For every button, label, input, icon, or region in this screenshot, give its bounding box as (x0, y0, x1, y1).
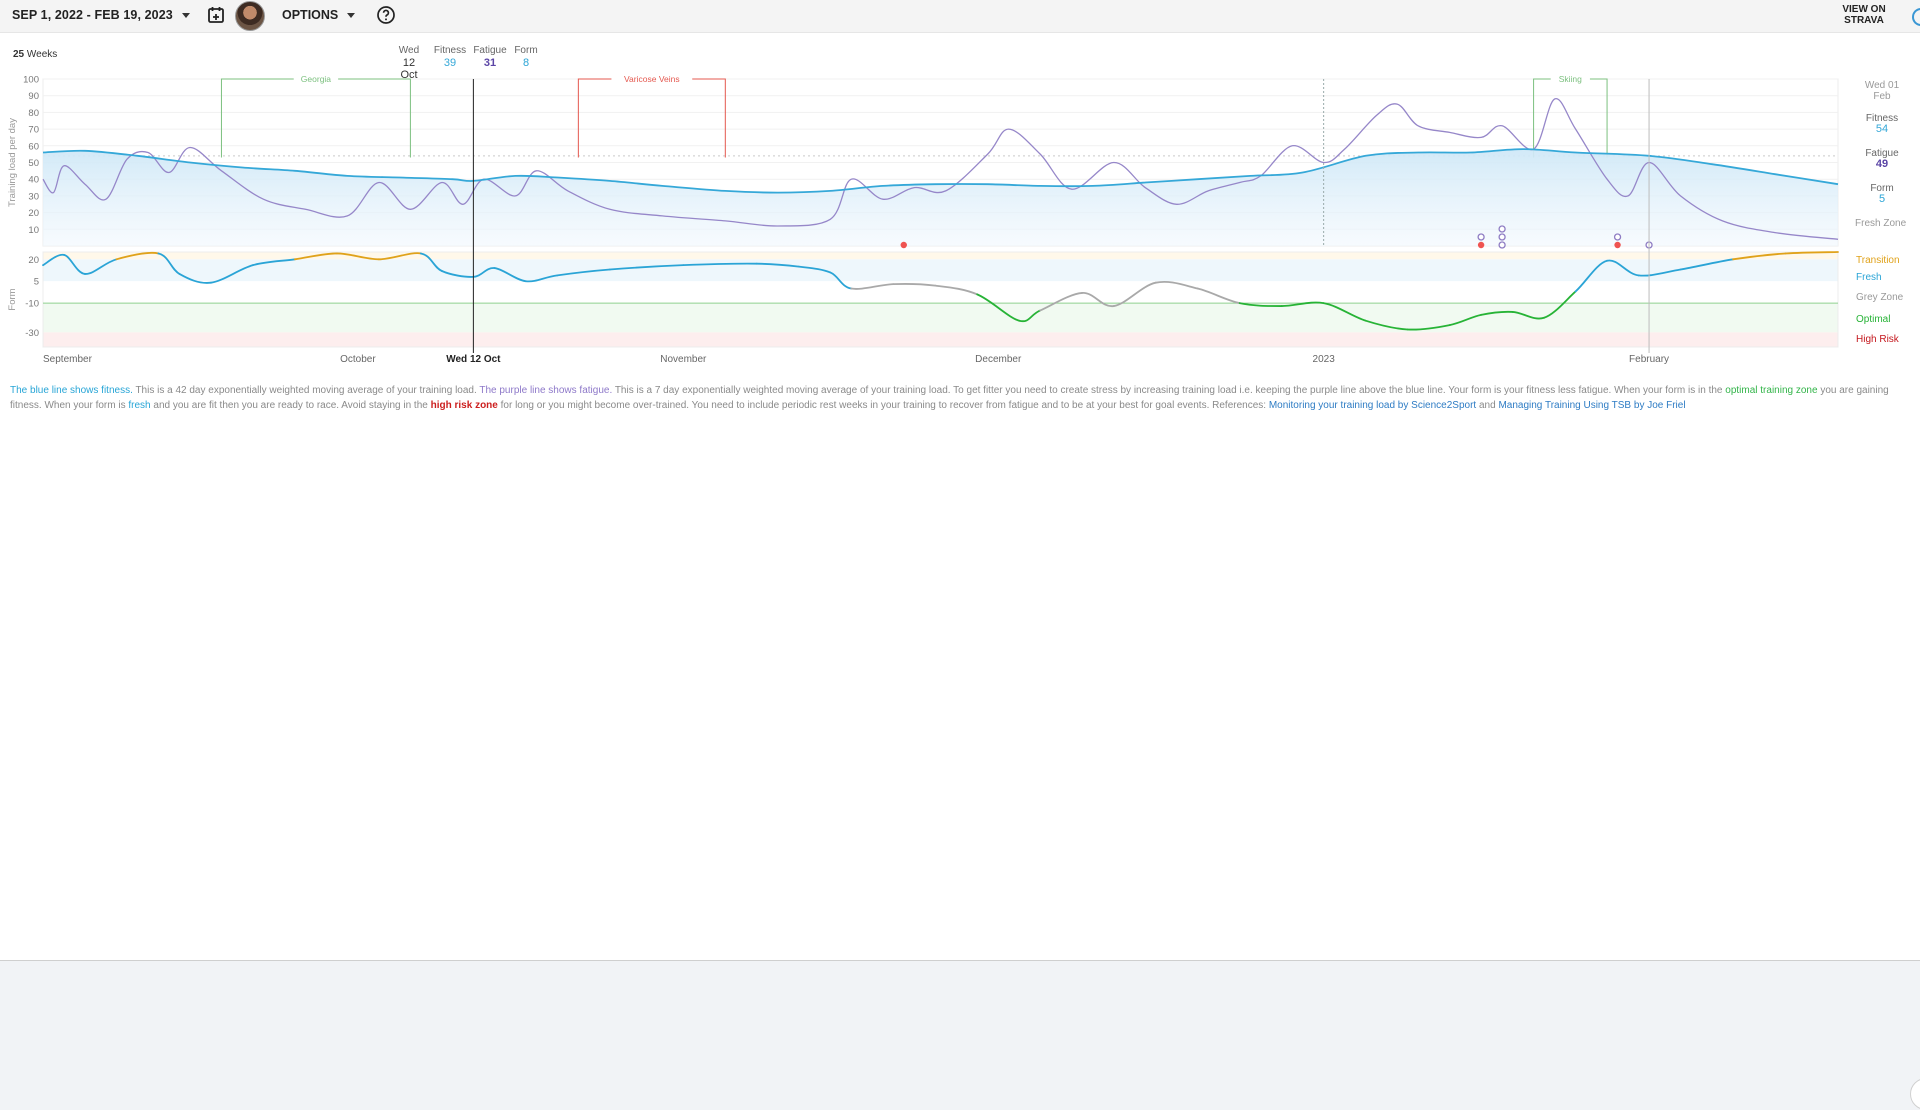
latest-fitness: Fitness 54 (1846, 113, 1918, 135)
latest-date: Wed 01 Feb (1846, 80, 1918, 102)
latest-date-line-1: Wed 01 (1864, 80, 1900, 91)
latest-fatigue: Fatigue 49 (1846, 148, 1918, 170)
fatigue-line-explanation: The purple line shows fatigue. (479, 385, 613, 396)
strava-line-2: STRAVA (1844, 15, 1884, 26)
grey-zone-label: Grey Zone (1856, 292, 1904, 303)
help-icon[interactable] (375, 0, 397, 30)
description-text-2: This is a 7 day exponentially weighted m… (612, 385, 1726, 396)
hover-fitness: Fitness 39 (432, 45, 468, 69)
fresh-label: Fresh (1856, 272, 1882, 283)
description-text-1: This is a 42 day exponentially weighted … (132, 385, 480, 396)
optimal-zone-label: Optimal (1856, 314, 1891, 325)
high-risk-phrase: high risk zone (430, 400, 498, 411)
hover-fatigue-label: Fatigue (473, 45, 507, 56)
fresh-zone-label: Fresh Zone (1855, 218, 1907, 229)
hover-fitness-label: Fitness (433, 45, 467, 56)
hover-fatigue: Fatigue 31 (472, 45, 508, 69)
fitness-line-explanation: The blue line shows fitness. (10, 385, 133, 396)
latest-form-value: 5 (1878, 193, 1886, 205)
fresh-phrase: fresh (128, 400, 151, 411)
refresh-icon[interactable] (1912, 8, 1920, 26)
options-label: OPTIONS (282, 8, 339, 22)
joe-friel-reference-link[interactable]: Managing Training Using TSB by Joe Friel (1498, 400, 1685, 411)
weeks-label: Weeks (26, 49, 58, 60)
chart-description: The blue line shows fitness. This is a 4… (10, 383, 1905, 413)
description-and: and (1476, 400, 1499, 411)
latest-fatigue-value: 49 (1875, 158, 1889, 170)
description-text-5: for long or you might become over-traine… (497, 400, 1269, 411)
date-range-dropdown[interactable]: SEP 1, 2022 - FEB 19, 2023 (12, 0, 190, 30)
description-text-4: and you are fit then you are ready to ra… (150, 400, 431, 411)
latest-form: Form 5 (1846, 183, 1918, 205)
science2sport-reference-link[interactable]: Monitoring your training load by Science… (1269, 400, 1476, 411)
hover-form: Form 8 (512, 45, 540, 69)
hover-date-value: 12 Oct (400, 57, 418, 81)
weeks-summary: 25 Weeks (13, 49, 57, 60)
avatar[interactable] (235, 1, 265, 31)
options-dropdown[interactable]: OPTIONS (282, 0, 356, 30)
transition-zone-label: Transition (1856, 255, 1900, 266)
strava-line-1: VIEW ON (1842, 4, 1886, 15)
optimal-zone-phrase: optimal training zone (1725, 385, 1818, 396)
latest-date-line-2: Feb (1873, 91, 1891, 102)
high-risk-zone-label: High Risk (1856, 334, 1899, 345)
latest-fitness-value: 54 (1875, 123, 1889, 135)
chevron-down-icon (181, 12, 190, 18)
toolbar: SEP 1, 2022 - FEB 19, 2023 OPTIONS VIEW … (0, 0, 1920, 33)
hover-day: Wed (398, 45, 420, 56)
hover-date: Wed 12 Oct (394, 45, 424, 81)
date-range-label: SEP 1, 2022 - FEB 19, 2023 (12, 8, 173, 22)
view-on-strava-link[interactable]: VIEW ON STRAVA (1824, 0, 1904, 30)
hover-form-value: 8 (522, 57, 530, 69)
chart-panel (0, 33, 1920, 961)
hover-fitness-value: 39 (443, 57, 457, 69)
hover-form-label: Form (514, 45, 538, 56)
add-calendar-event-icon[interactable] (205, 0, 227, 30)
scroll-to-top-button[interactable] (1910, 1078, 1920, 1110)
chevron-down-icon (347, 12, 356, 18)
weeks-count: 25 (13, 49, 25, 60)
hover-fatigue-value: 31 (483, 57, 497, 69)
